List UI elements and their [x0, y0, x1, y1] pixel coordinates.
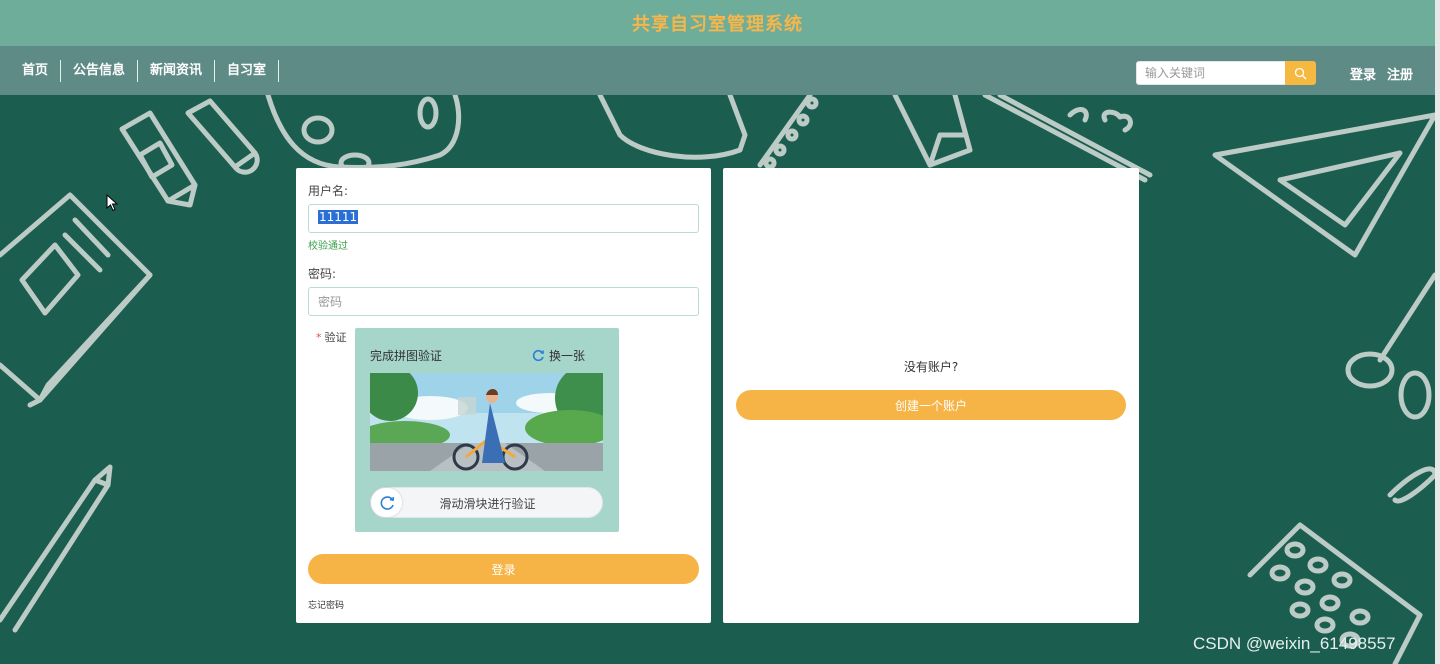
refresh-icon [532, 349, 544, 362]
page-scrollbar[interactable] [1435, 0, 1440, 664]
header-login-link[interactable]: 登录 [1350, 64, 1376, 83]
password-label: 密码: [308, 267, 337, 281]
required-star: * [316, 331, 322, 344]
register-panel: 没有账户? 创建一个账户 [723, 168, 1139, 623]
password-field[interactable] [308, 287, 699, 316]
search-input[interactable] [1136, 61, 1286, 85]
login-panel: 用户名: 11111 校验通过 密码: *验证 完成拼图验证 换一张 [296, 168, 711, 623]
captcha-refresh-label: 换一张 [549, 349, 586, 363]
captcha-label-text: 验证 [324, 331, 347, 344]
username-value: 11111 [318, 210, 359, 224]
page-title: 共享自习室管理系统 [632, 14, 803, 35]
captcha-puzzle-image [370, 373, 603, 471]
title-bar: 共享自习室管理系统 [0, 0, 1435, 46]
nav-links: 首页 公告信息 新闻资讯 自习室 [10, 60, 280, 82]
login-button[interactable]: 登录 [308, 554, 699, 584]
create-account-button[interactable]: 创建一个账户 [736, 390, 1126, 420]
nav-item-announcements[interactable]: 公告信息 [61, 60, 139, 82]
search-button[interactable] [1285, 61, 1316, 85]
header-register-link[interactable]: 注册 [1387, 64, 1413, 83]
mouse-cursor-icon [106, 194, 118, 212]
watermark: CSDN @weixin_61498557 [1193, 634, 1396, 653]
forgot-password-link[interactable]: 忘记密码 [308, 598, 344, 611]
chalkboard-doodles [0, 95, 1435, 664]
validation-message: 校验通过 [308, 241, 348, 252]
no-account-prompt: 没有账户? [903, 360, 959, 374]
captcha-box: 完成拼图验证 换一张 滑动滑块进行验证 [355, 328, 619, 532]
username-label: 用户名: [308, 184, 349, 198]
slider-instruction: 滑动滑块进行验证 [439, 497, 536, 511]
nav-item-study-room[interactable]: 自习室 [215, 60, 280, 82]
captcha-refresh-button[interactable]: 换一张 [532, 347, 585, 364]
auth-links: 登录 注册 [1350, 64, 1413, 83]
username-field[interactable] [308, 204, 699, 233]
captcha-label: * 验证 [316, 329, 347, 345]
captcha-title: 完成拼图验证 [370, 349, 443, 363]
nav-item-news[interactable]: 新闻资讯 [138, 60, 216, 82]
nav-item-home[interactable]: 首页 [10, 60, 62, 82]
captcha-slider-track[interactable]: 滑动滑块进行验证 [370, 487, 603, 518]
search-icon [1294, 67, 1307, 79]
